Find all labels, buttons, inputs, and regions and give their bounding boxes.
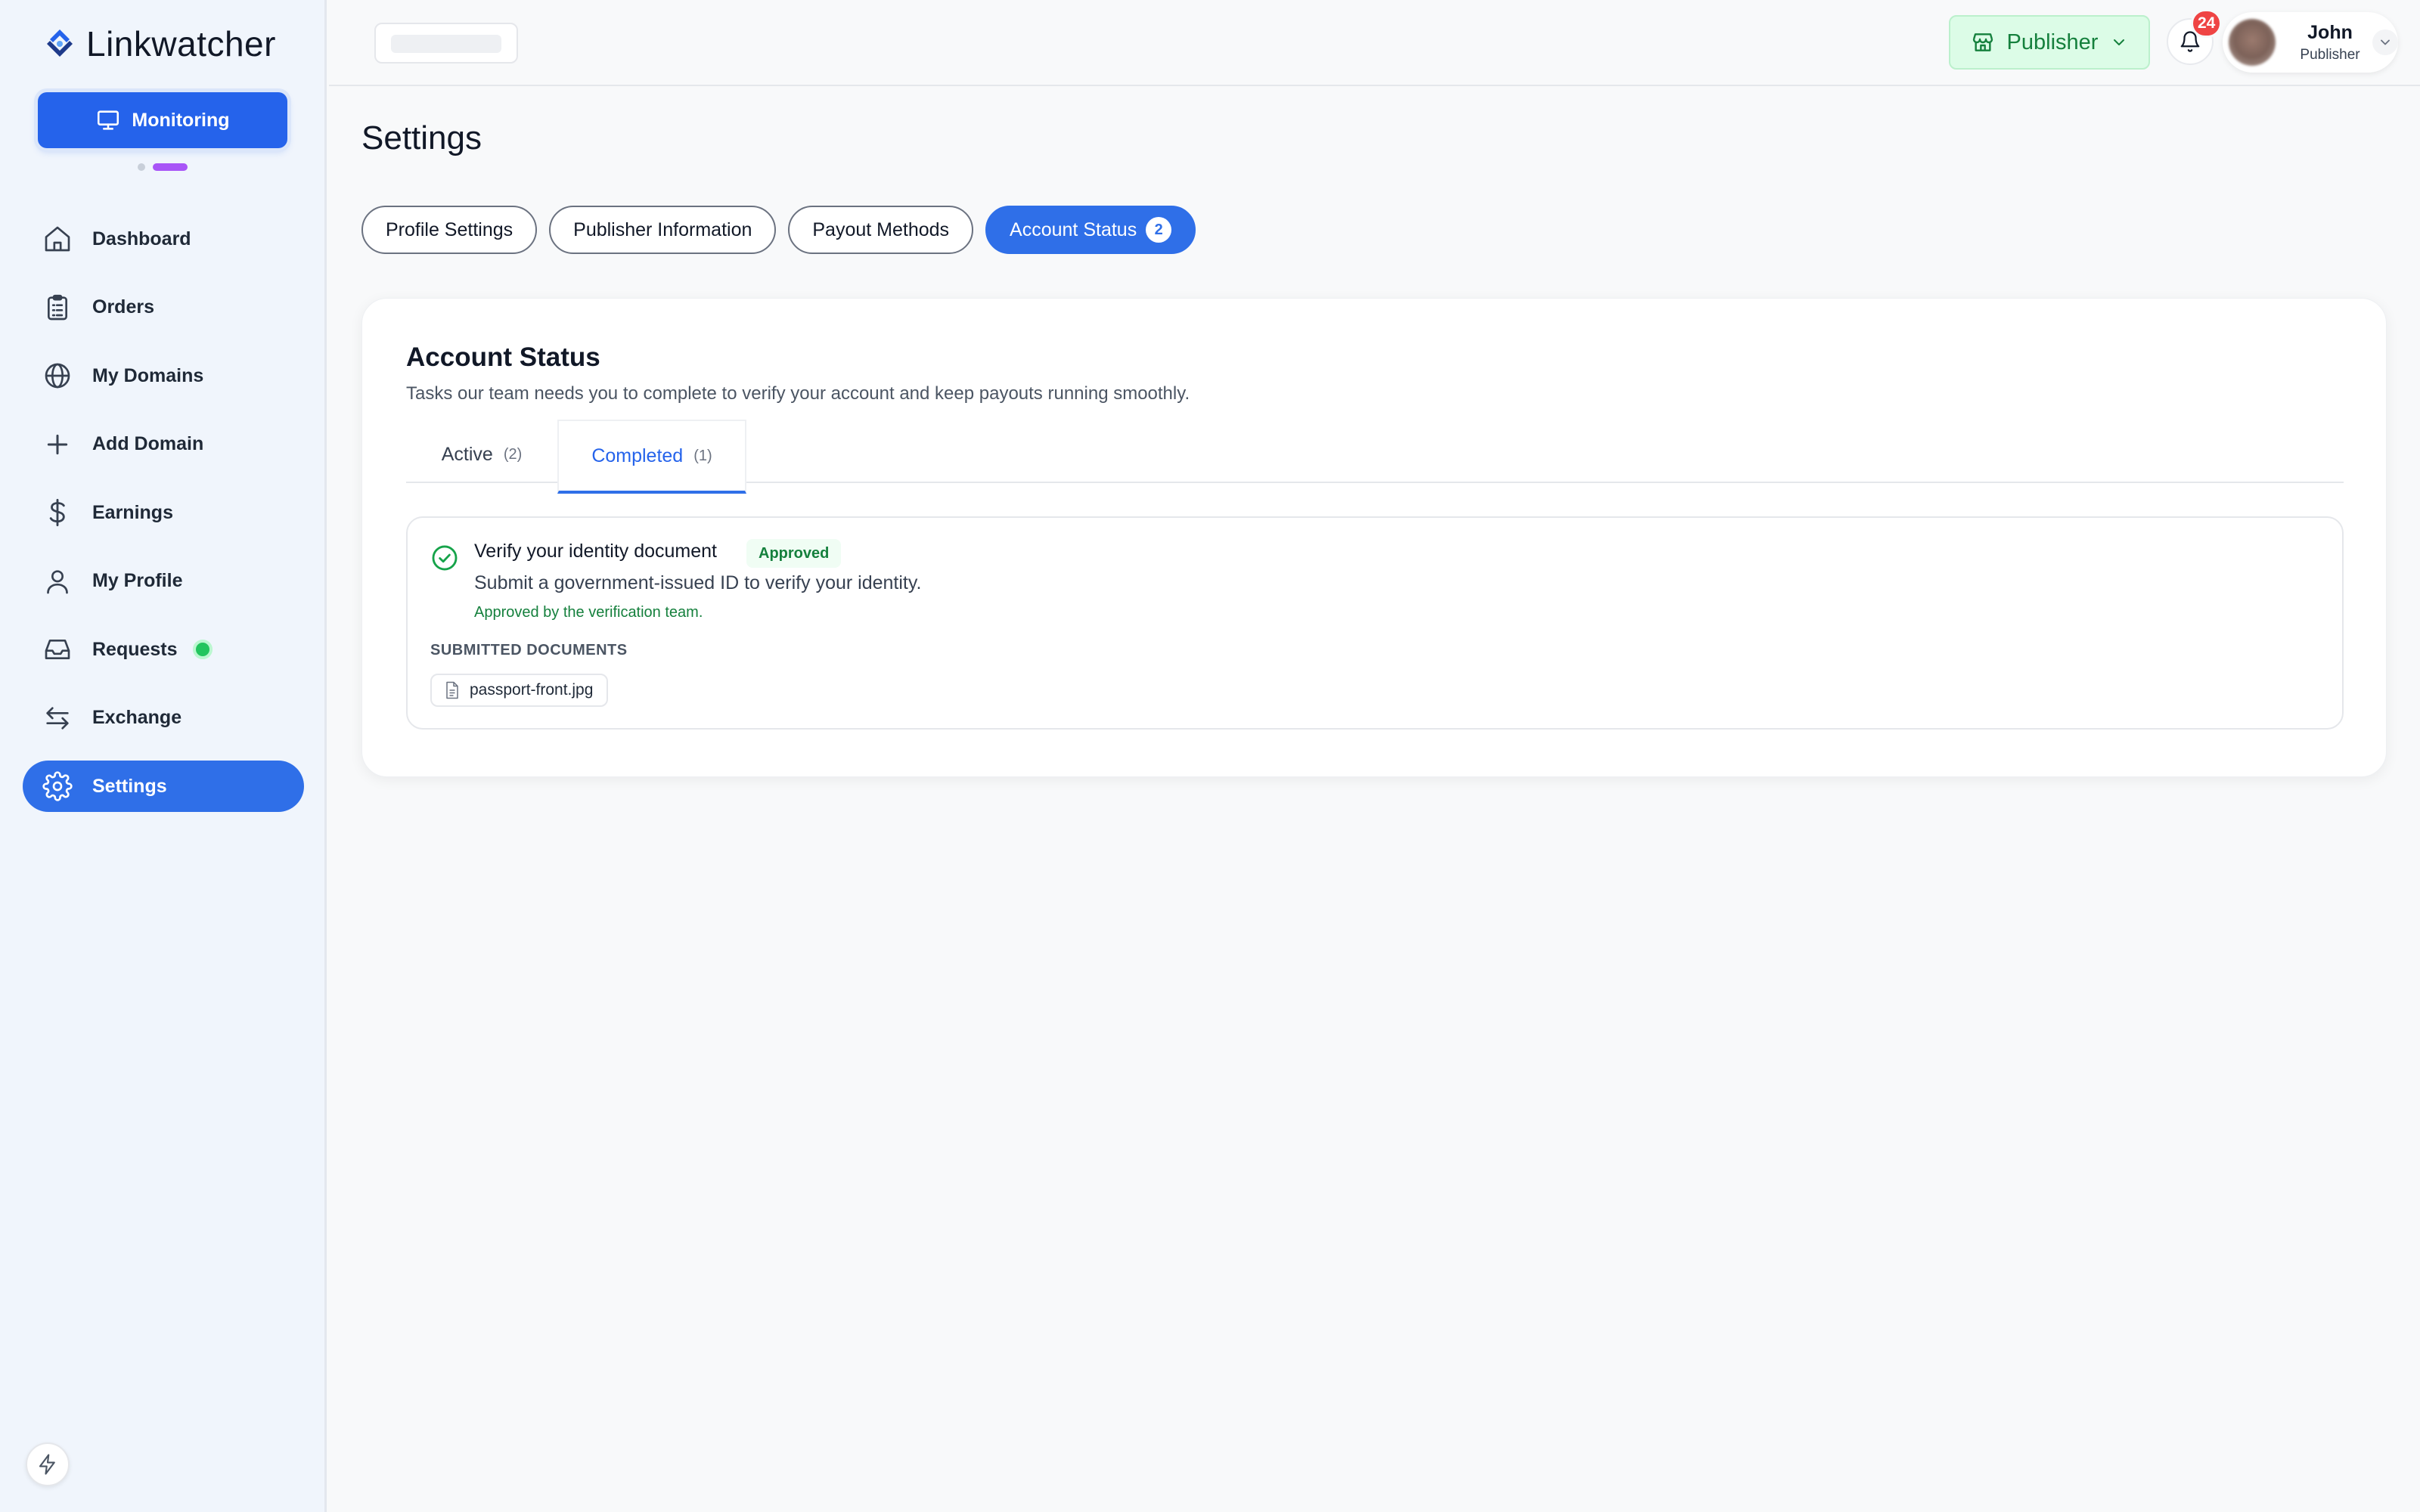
- sidebar-item-orders[interactable]: Orders: [23, 282, 304, 333]
- search-placeholder[interactable]: [374, 23, 518, 64]
- subtab-active[interactable]: Active (2): [406, 426, 557, 483]
- avatar: [2229, 19, 2276, 66]
- tab-label: Profile Settings: [386, 218, 513, 240]
- sidebar-item-label: Orders: [92, 296, 154, 318]
- user-name: John: [2307, 21, 2353, 43]
- tab-publisher-information[interactable]: Publisher Information: [549, 206, 777, 254]
- brand-logo[interactable]: Linkwatcher: [41, 23, 276, 65]
- clipboard-icon: [48, 294, 67, 320]
- sidebar-item-my-profile[interactable]: My Profile: [23, 556, 304, 607]
- sidebar-item-label: My Profile: [92, 570, 183, 591]
- user-menu[interactable]: John Publisher: [2223, 12, 2398, 73]
- exchange-icon: [46, 706, 69, 730]
- lightning-icon: [39, 1454, 55, 1475]
- top-bar: Publisher 24 John Publisher: [329, 0, 2420, 86]
- task-description: Submit a government-issued ID to verify …: [474, 572, 922, 593]
- subtab-count: (2): [503, 445, 523, 463]
- subtab-completed[interactable]: Completed (1): [557, 420, 746, 494]
- status-subtabs: Active (2) Completed (1): [406, 420, 2344, 494]
- quick-actions-button[interactable]: [26, 1442, 70, 1486]
- sidebar-item-exchange[interactable]: Exchange: [23, 692, 304, 744]
- subtab-label: Active: [441, 443, 493, 465]
- sidebar-item-label: Settings: [92, 775, 167, 797]
- carousel-dot-active[interactable]: [153, 163, 188, 171]
- sidebar-nav: Dashboard Orders My Domains Add Domain E…: [23, 213, 304, 829]
- user-menu-toggle[interactable]: [2372, 29, 2398, 55]
- sidebar-item-earnings[interactable]: Earnings: [23, 487, 304, 538]
- sidebar-item-label: Earnings: [92, 501, 173, 523]
- task-card: Verify your identity document Approved S…: [406, 516, 2344, 730]
- sidebar-item-settings[interactable]: Settings: [23, 761, 304, 812]
- sidebar: Linkwatcher Monitoring Dashboard Orders …: [0, 0, 327, 1512]
- loading-skeleton: [391, 35, 501, 53]
- settings-tabs: Profile Settings Publisher Information P…: [361, 206, 1196, 254]
- sidebar-item-add-domain[interactable]: Add Domain: [23, 419, 304, 470]
- tab-label: Account Status: [1010, 218, 1137, 240]
- subtab-count: (1): [693, 447, 712, 464]
- tab-account-status[interactable]: Account Status 2: [985, 206, 1196, 254]
- monitoring-button[interactable]: Monitoring: [38, 92, 287, 148]
- submitted-documents-label: SUBMITTED DOCUMENTS: [430, 642, 628, 658]
- file-icon: [446, 681, 458, 699]
- role-switcher-button[interactable]: Publisher: [1949, 15, 2150, 70]
- chevron-down-icon: [2114, 39, 2125, 45]
- dollar-icon: [49, 498, 65, 527]
- linkwatcher-logo-icon: [47, 29, 73, 57]
- status-badge: Approved: [746, 539, 842, 568]
- monitoring-label: Monitoring: [132, 109, 230, 131]
- role-label: Publisher: [2006, 29, 2099, 54]
- user-icon: [47, 569, 68, 593]
- card-subtitle: Tasks our team needs you to complete to …: [406, 383, 1190, 404]
- plus-icon: [47, 434, 68, 454]
- gear-icon: [42, 771, 73, 801]
- sidebar-item-label: Dashboard: [92, 228, 191, 249]
- notification-count-badge: 24: [2191, 9, 2223, 38]
- check-circle-icon: [432, 545, 458, 571]
- monitor-icon: [98, 110, 119, 130]
- carousel-dots: [138, 163, 188, 171]
- sidebar-item-label: My Domains: [92, 364, 204, 386]
- tab-profile-settings[interactable]: Profile Settings: [361, 206, 538, 254]
- sidebar-item-my-domains[interactable]: My Domains: [23, 350, 304, 401]
- sidebar-item-label: Add Domain: [92, 433, 204, 454]
- subtab-label: Completed: [591, 445, 684, 466]
- task-note: Approved by the verification team.: [474, 604, 703, 621]
- user-info: John Publisher: [2292, 22, 2368, 64]
- chevron-down-icon: [2381, 39, 2390, 45]
- task-title: Verify your identity document: [474, 541, 717, 562]
- account-status-card: Account Status Tasks our team needs you …: [361, 298, 2387, 777]
- sidebar-item-dashboard[interactable]: Dashboard: [23, 213, 304, 265]
- document-name: passport-front.jpg: [470, 681, 594, 699]
- globe-icon: [45, 363, 70, 389]
- sidebar-item-label: Exchange: [92, 707, 182, 728]
- user-role: Publisher: [2300, 46, 2360, 63]
- card-title: Account Status: [406, 342, 600, 372]
- inbox-icon: [45, 640, 70, 659]
- requests-status-dot: [192, 640, 213, 659]
- carousel-dot[interactable]: [138, 163, 145, 171]
- store-icon: [1972, 33, 1993, 51]
- home-icon: [45, 226, 70, 252]
- sidebar-item-requests[interactable]: Requests: [23, 624, 304, 675]
- tab-count-badge: 2: [1146, 217, 1172, 243]
- tab-payout-methods[interactable]: Payout Methods: [788, 206, 974, 254]
- document-chip[interactable]: passport-front.jpg: [430, 674, 609, 707]
- brand-name: Linkwatcher: [86, 24, 276, 64]
- tab-label: Payout Methods: [812, 218, 950, 240]
- tab-label: Publisher Information: [573, 218, 752, 240]
- sidebar-item-label: Requests: [92, 638, 178, 660]
- page-title: Settings: [361, 119, 482, 156]
